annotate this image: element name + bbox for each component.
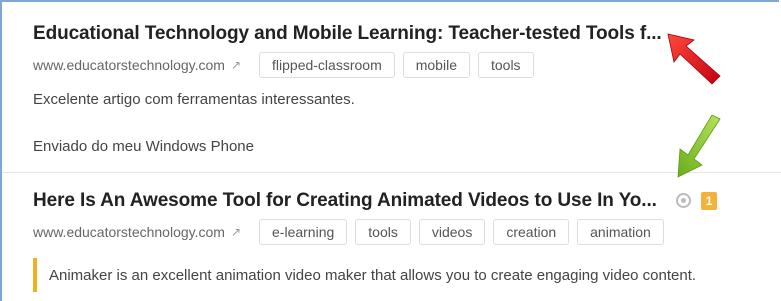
tag-videos[interactable]: videos bbox=[418, 219, 486, 245]
item-note: Excelente artigo com ferramentas interes… bbox=[33, 91, 355, 108]
share-icon[interactable] bbox=[676, 193, 692, 209]
comment-count-badge[interactable]: 1 bbox=[701, 191, 718, 210]
item-title-link[interactable]: Here Is An Awesome Tool for Creating Ani… bbox=[33, 190, 657, 211]
highlight-quote: Animaker is an excellent animation video… bbox=[33, 258, 781, 292]
tag-creation[interactable]: creation bbox=[493, 219, 570, 245]
tag-tools[interactable]: tools bbox=[477, 52, 534, 78]
item-badges: 1 bbox=[676, 191, 718, 210]
tag-flipped-classroom[interactable]: flipped-classroom bbox=[259, 52, 395, 78]
green-arrow-annotation-icon bbox=[677, 115, 721, 178]
tag-e-learning[interactable]: e-learning bbox=[259, 219, 348, 245]
item-note: Enviado do meu Windows Phone bbox=[33, 138, 254, 155]
red-arrow-annotation-icon bbox=[667, 33, 721, 85]
external-link-icon[interactable]: ↗ bbox=[231, 225, 241, 239]
list-item: Here Is An Awesome Tool for Creating Ani… bbox=[33, 189, 781, 245]
tag-tools[interactable]: tools bbox=[355, 219, 411, 245]
external-link-icon[interactable]: ↗ bbox=[231, 58, 241, 72]
item-title-row: Here Is An Awesome Tool for Creating Ani… bbox=[33, 189, 781, 213]
item-domain-link[interactable]: www.educatorstechnology.com bbox=[33, 224, 225, 240]
tag-mobile[interactable]: mobile bbox=[402, 52, 470, 78]
item-divider bbox=[2, 172, 781, 173]
tag-animation[interactable]: animation bbox=[577, 219, 664, 245]
item-meta: www.educatorstechnology.com ↗ e-learning… bbox=[33, 219, 781, 245]
highlight-text: Animaker is an excellent animation video… bbox=[49, 266, 697, 284]
item-domain-link[interactable]: www.educatorstechnology.com bbox=[33, 57, 225, 73]
